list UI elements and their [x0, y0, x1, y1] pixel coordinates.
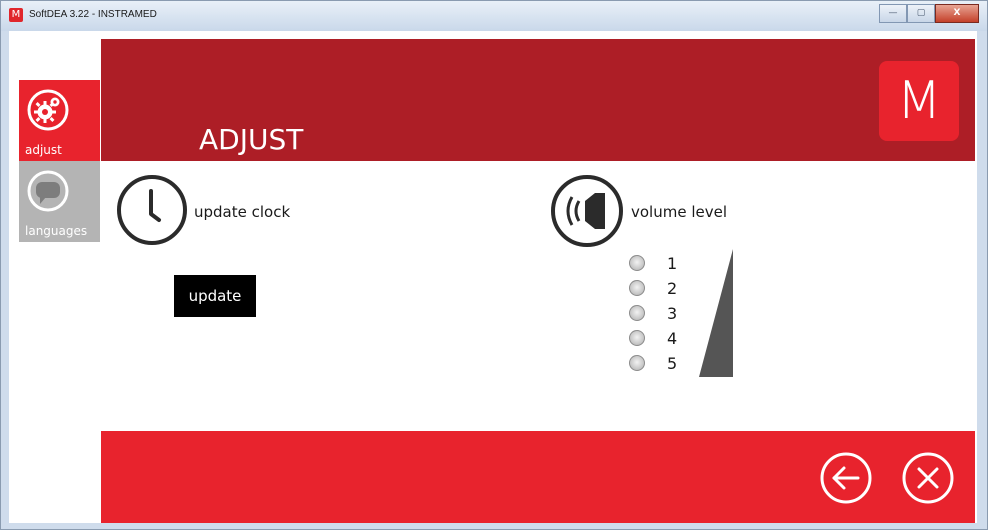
volume-option-3[interactable]: 3 — [629, 301, 681, 325]
volume-radio[interactable] — [629, 280, 645, 296]
volume-level-number: 1 — [667, 253, 678, 273]
volume-radio[interactable] — [629, 330, 645, 346]
sidebar-item-languages[interactable]: languages — [19, 161, 100, 242]
volume-option-2[interactable]: 2 — [629, 276, 681, 300]
client-area: ADJUST M adjust languages update clock u… — [9, 31, 977, 523]
back-arrow-icon[interactable] — [819, 451, 873, 505]
volume-radio[interactable] — [629, 255, 645, 271]
sidebar-item-adjust[interactable]: adjust — [19, 80, 100, 161]
maximize-button[interactable]: ▢ — [907, 4, 935, 23]
window-controls: — ▢ X — [879, 4, 979, 23]
volume-radio[interactable] — [629, 305, 645, 321]
gear-icon — [27, 89, 69, 131]
close-window-button[interactable]: X — [935, 4, 979, 23]
clock-icon — [117, 175, 187, 245]
app-icon: M — [9, 8, 23, 22]
header-bar: ADJUST M — [101, 39, 975, 161]
title-bar[interactable]: M SoftDEA 3.22 - INSTRAMED — ▢ X — [1, 1, 987, 31]
volume-radio[interactable] — [629, 355, 645, 371]
window-title: SoftDEA 3.22 - INSTRAMED — [29, 9, 157, 20]
app-window: M SoftDEA 3.22 - INSTRAMED — ▢ X ADJUST … — [0, 0, 988, 530]
footer-bar — [101, 431, 975, 523]
volume-option-1[interactable]: 1 — [629, 251, 681, 275]
volume-level-number: 2 — [667, 278, 678, 298]
update-button[interactable]: update — [174, 275, 256, 317]
volume-level-label: volume level — [631, 203, 728, 221]
volume-wedge-graphic — [699, 249, 733, 377]
volume-option-4[interactable]: 4 — [629, 326, 681, 350]
volume-level-number: 4 — [667, 328, 678, 348]
brand-logo: M — [879, 61, 959, 141]
page-title: ADJUST — [199, 123, 304, 156]
volume-level-number: 5 — [667, 353, 678, 373]
sidebar-item-label: adjust — [25, 143, 62, 157]
update-clock-label: update clock — [194, 203, 291, 221]
volume-level-number: 3 — [667, 303, 678, 323]
minimize-button[interactable]: — — [879, 4, 907, 23]
close-icon[interactable] — [901, 451, 955, 505]
volume-option-5[interactable]: 5 — [629, 351, 681, 375]
sidebar-item-label: languages — [25, 224, 88, 238]
speaker-icon — [551, 175, 623, 247]
speech-bubble-icon — [27, 170, 69, 212]
